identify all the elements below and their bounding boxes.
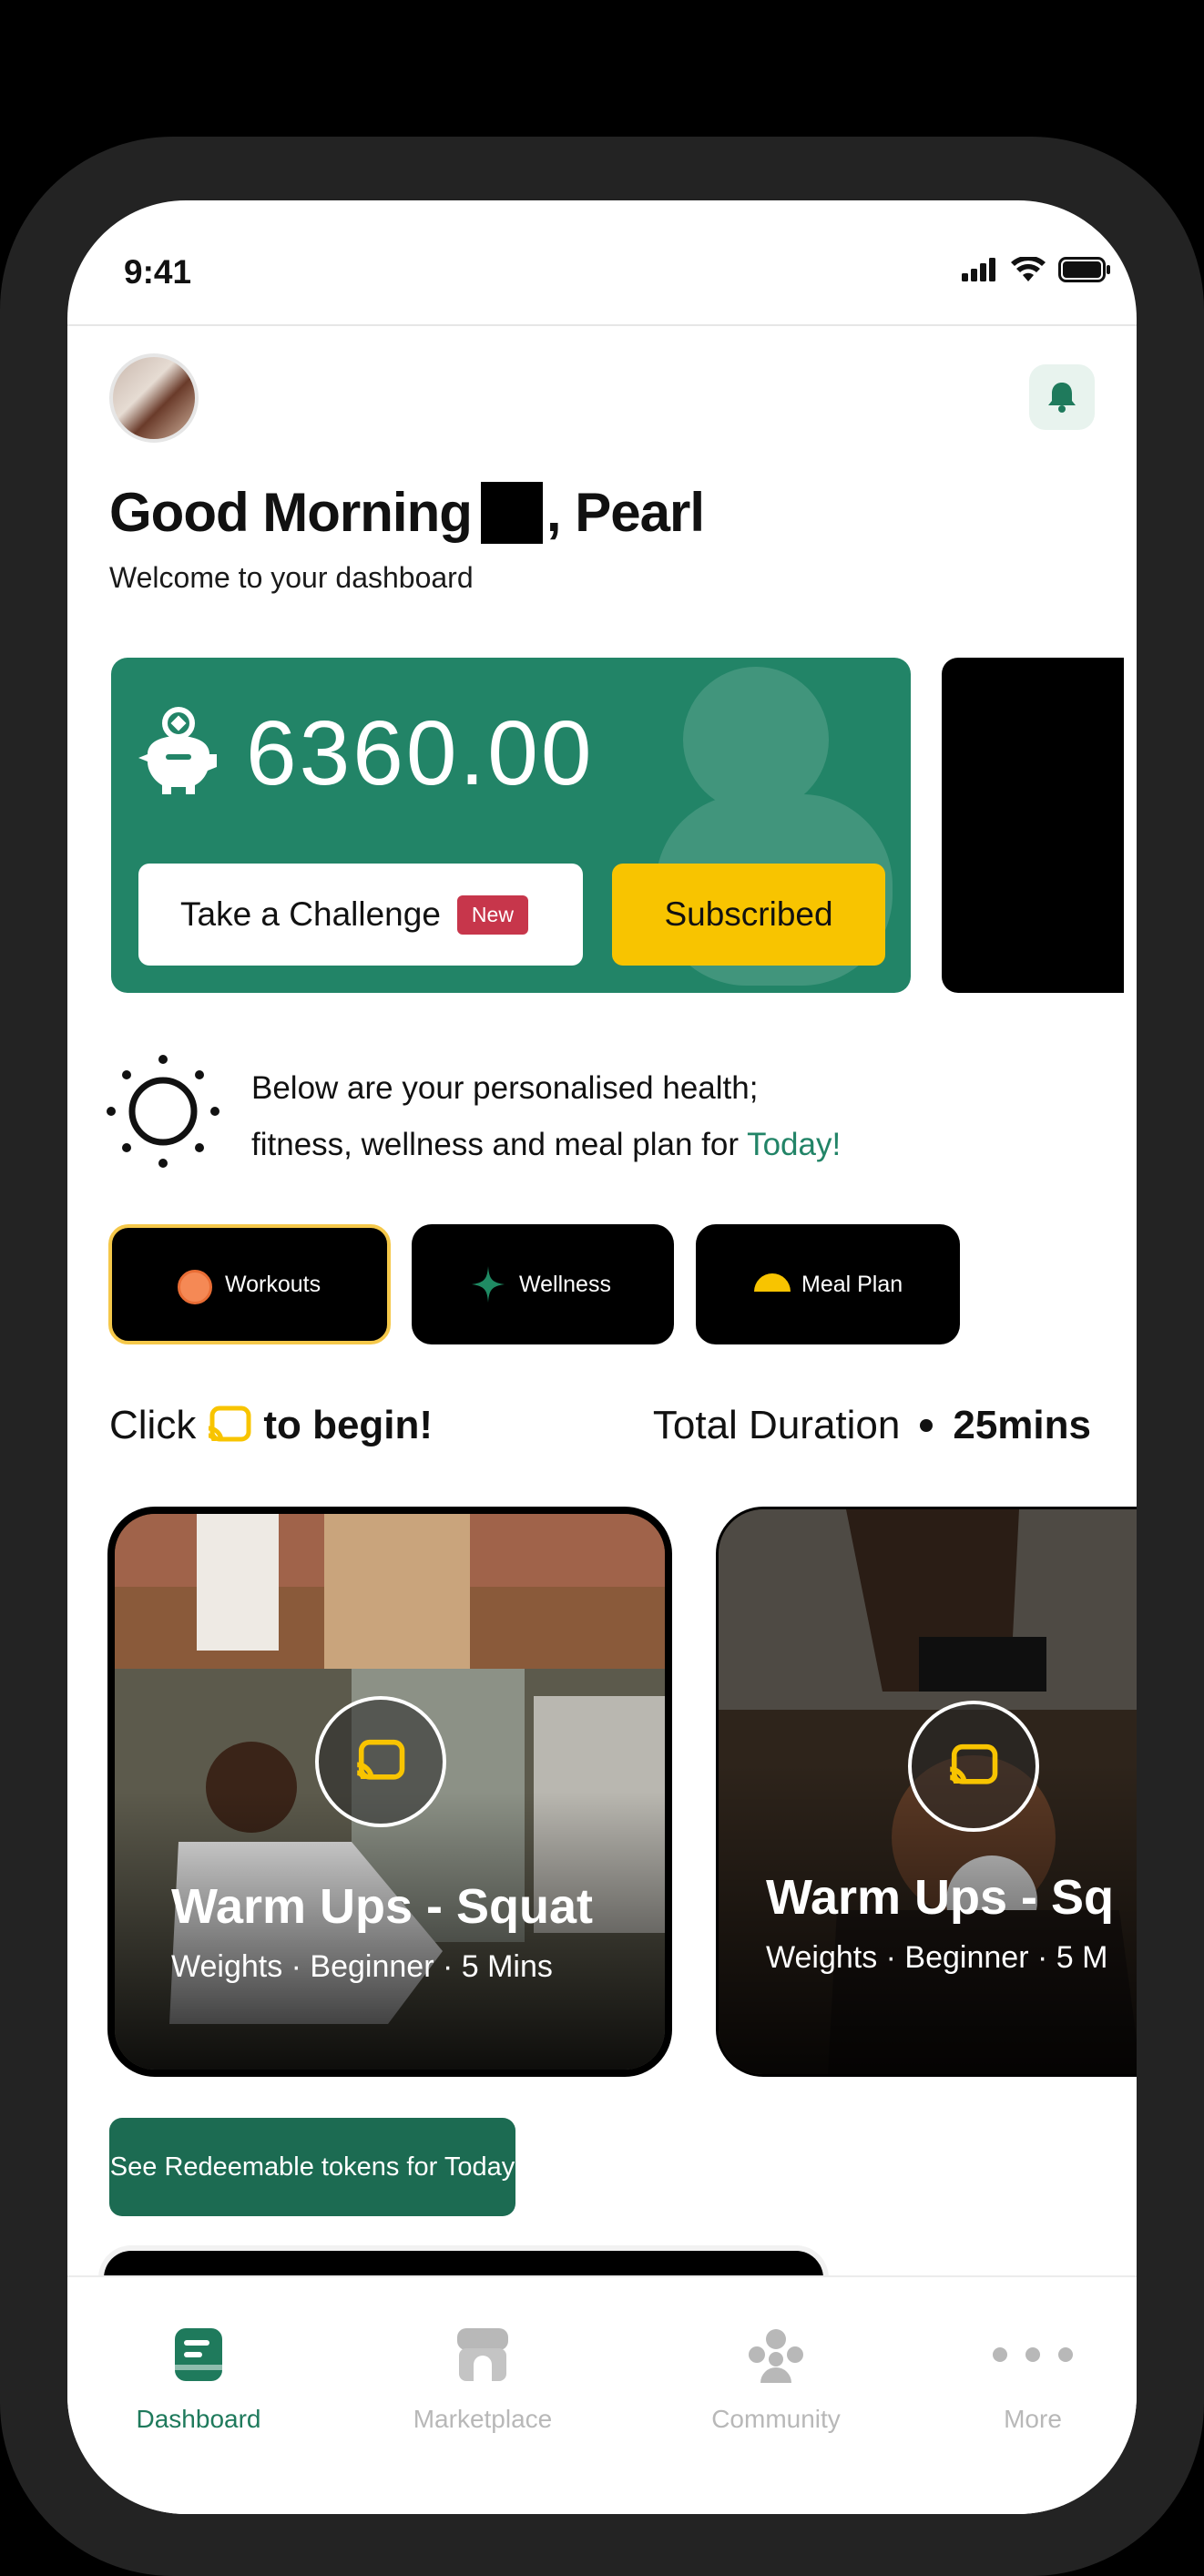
nav-more-label: More (1004, 2405, 1062, 2433)
status-icons (962, 257, 1111, 282)
take-challenge-button[interactable]: Take a Challenge New (138, 864, 583, 966)
nav-community[interactable]: Community (685, 2323, 867, 2434)
sparkle-icon (472, 1266, 505, 1303)
redacted-emoji (480, 481, 543, 544)
next-card-peek[interactable] (942, 658, 1124, 993)
sun-icon (107, 1055, 219, 1168)
click-text: Click (109, 1403, 197, 1447)
duration-label: Total Duration (652, 1403, 901, 1447)
message-line-2-text: fitness, wellness and meal plan for (251, 1127, 748, 1162)
bell-icon (1048, 383, 1076, 413)
cast-icon (356, 1739, 405, 1780)
greeting-heading: Good Morning , Pearl (109, 481, 705, 544)
store-icon (457, 2323, 508, 2387)
orange-dot-icon (178, 1270, 212, 1304)
tab-wellness[interactable]: Wellness (412, 1224, 674, 1344)
bullet-separator (920, 1419, 934, 1432)
tab-workouts[interactable]: Workouts (108, 1224, 391, 1344)
tab-meal-plan[interactable]: Meal Plan (696, 1224, 960, 1344)
workout-card[interactable]: Warm Ups - Squat Weights · Beginner · 5 … (107, 1507, 672, 2077)
dashboard-subtitle: Welcome to your dashboard (109, 561, 474, 594)
cast-icon (949, 1743, 998, 1784)
half-circle-icon (754, 1273, 791, 1292)
subscribed-button[interactable]: Subscribed (612, 864, 885, 966)
avatar[interactable] (109, 353, 199, 443)
workout-title: Warm Ups - Squat (171, 1879, 594, 1934)
wifi-icon (1011, 257, 1046, 281)
nav-marketplace[interactable]: Marketplace (392, 2323, 574, 2434)
cast-play-button[interactable] (315, 1696, 446, 1827)
new-badge: New (456, 894, 528, 935)
daily-plan-message: Below are your personalised health; fitn… (251, 1060, 841, 1173)
greeting-name: , Pearl (546, 482, 705, 543)
nav-dashboard-label: Dashboard (136, 2405, 261, 2433)
dashboard-icon (175, 2323, 222, 2387)
nav-dashboard[interactable]: Dashboard (107, 2323, 290, 2434)
battery-icon (1058, 257, 1110, 282)
status-time: 9:41 (124, 253, 192, 291)
signal-icon (962, 258, 995, 281)
token-balance-card: 6360.00 Take a Challenge New Subscribed (111, 658, 911, 993)
message-line-1: Below are your personalised health; (251, 1070, 759, 1106)
community-icon (748, 2323, 804, 2387)
workout-meta: Weights · Beginner · 5 Mins (171, 1949, 553, 1984)
bottom-nav: Dashboard Marketplace Community More (67, 2275, 1137, 2514)
challenge-label: Take a Challenge (180, 895, 441, 933)
duration-value: 25mins (953, 1403, 1091, 1447)
message-line-2: fitness, wellness and meal plan for Toda… (251, 1117, 841, 1173)
nav-more[interactable]: More (942, 2323, 1124, 2434)
tab-meal-label: Meal Plan (801, 1271, 903, 1297)
cast-icon (208, 1406, 251, 1442)
more-dots-icon (991, 2323, 1075, 2387)
total-duration: Total Duration 25mins (653, 1403, 1091, 1448)
status-bar: 9:41 (67, 200, 1137, 326)
workout-title: Warm Ups - Sq (766, 1870, 1115, 1925)
tab-wellness-label: Wellness (519, 1271, 611, 1297)
app-screen: 9:41 Good Morning , Pearl Welcome to you… (67, 200, 1137, 2514)
click-to-begin: Click to begin! (109, 1403, 433, 1448)
begin-text: to begin! (263, 1403, 434, 1447)
greeting-prefix: Good Morning (109, 482, 473, 543)
redeemable-tokens-button[interactable]: See Redeemable tokens for Today (109, 2118, 515, 2216)
balance-amount: 6360.00 (246, 702, 595, 804)
nav-marketplace-label: Marketplace (413, 2405, 553, 2433)
workout-meta: Weights · Beginner · 5 M (766, 1940, 1108, 1975)
nav-community-label: Community (711, 2405, 841, 2433)
workout-card[interactable]: Warm Ups - Sq Weights · Beginner · 5 M (716, 1507, 1137, 2077)
today-highlight: Today! (747, 1127, 842, 1162)
piggy-bank-icon (138, 707, 217, 794)
cast-play-button[interactable] (908, 1701, 1039, 1832)
tab-workouts-label: Workouts (225, 1271, 321, 1297)
notification-button[interactable] (1029, 364, 1095, 430)
